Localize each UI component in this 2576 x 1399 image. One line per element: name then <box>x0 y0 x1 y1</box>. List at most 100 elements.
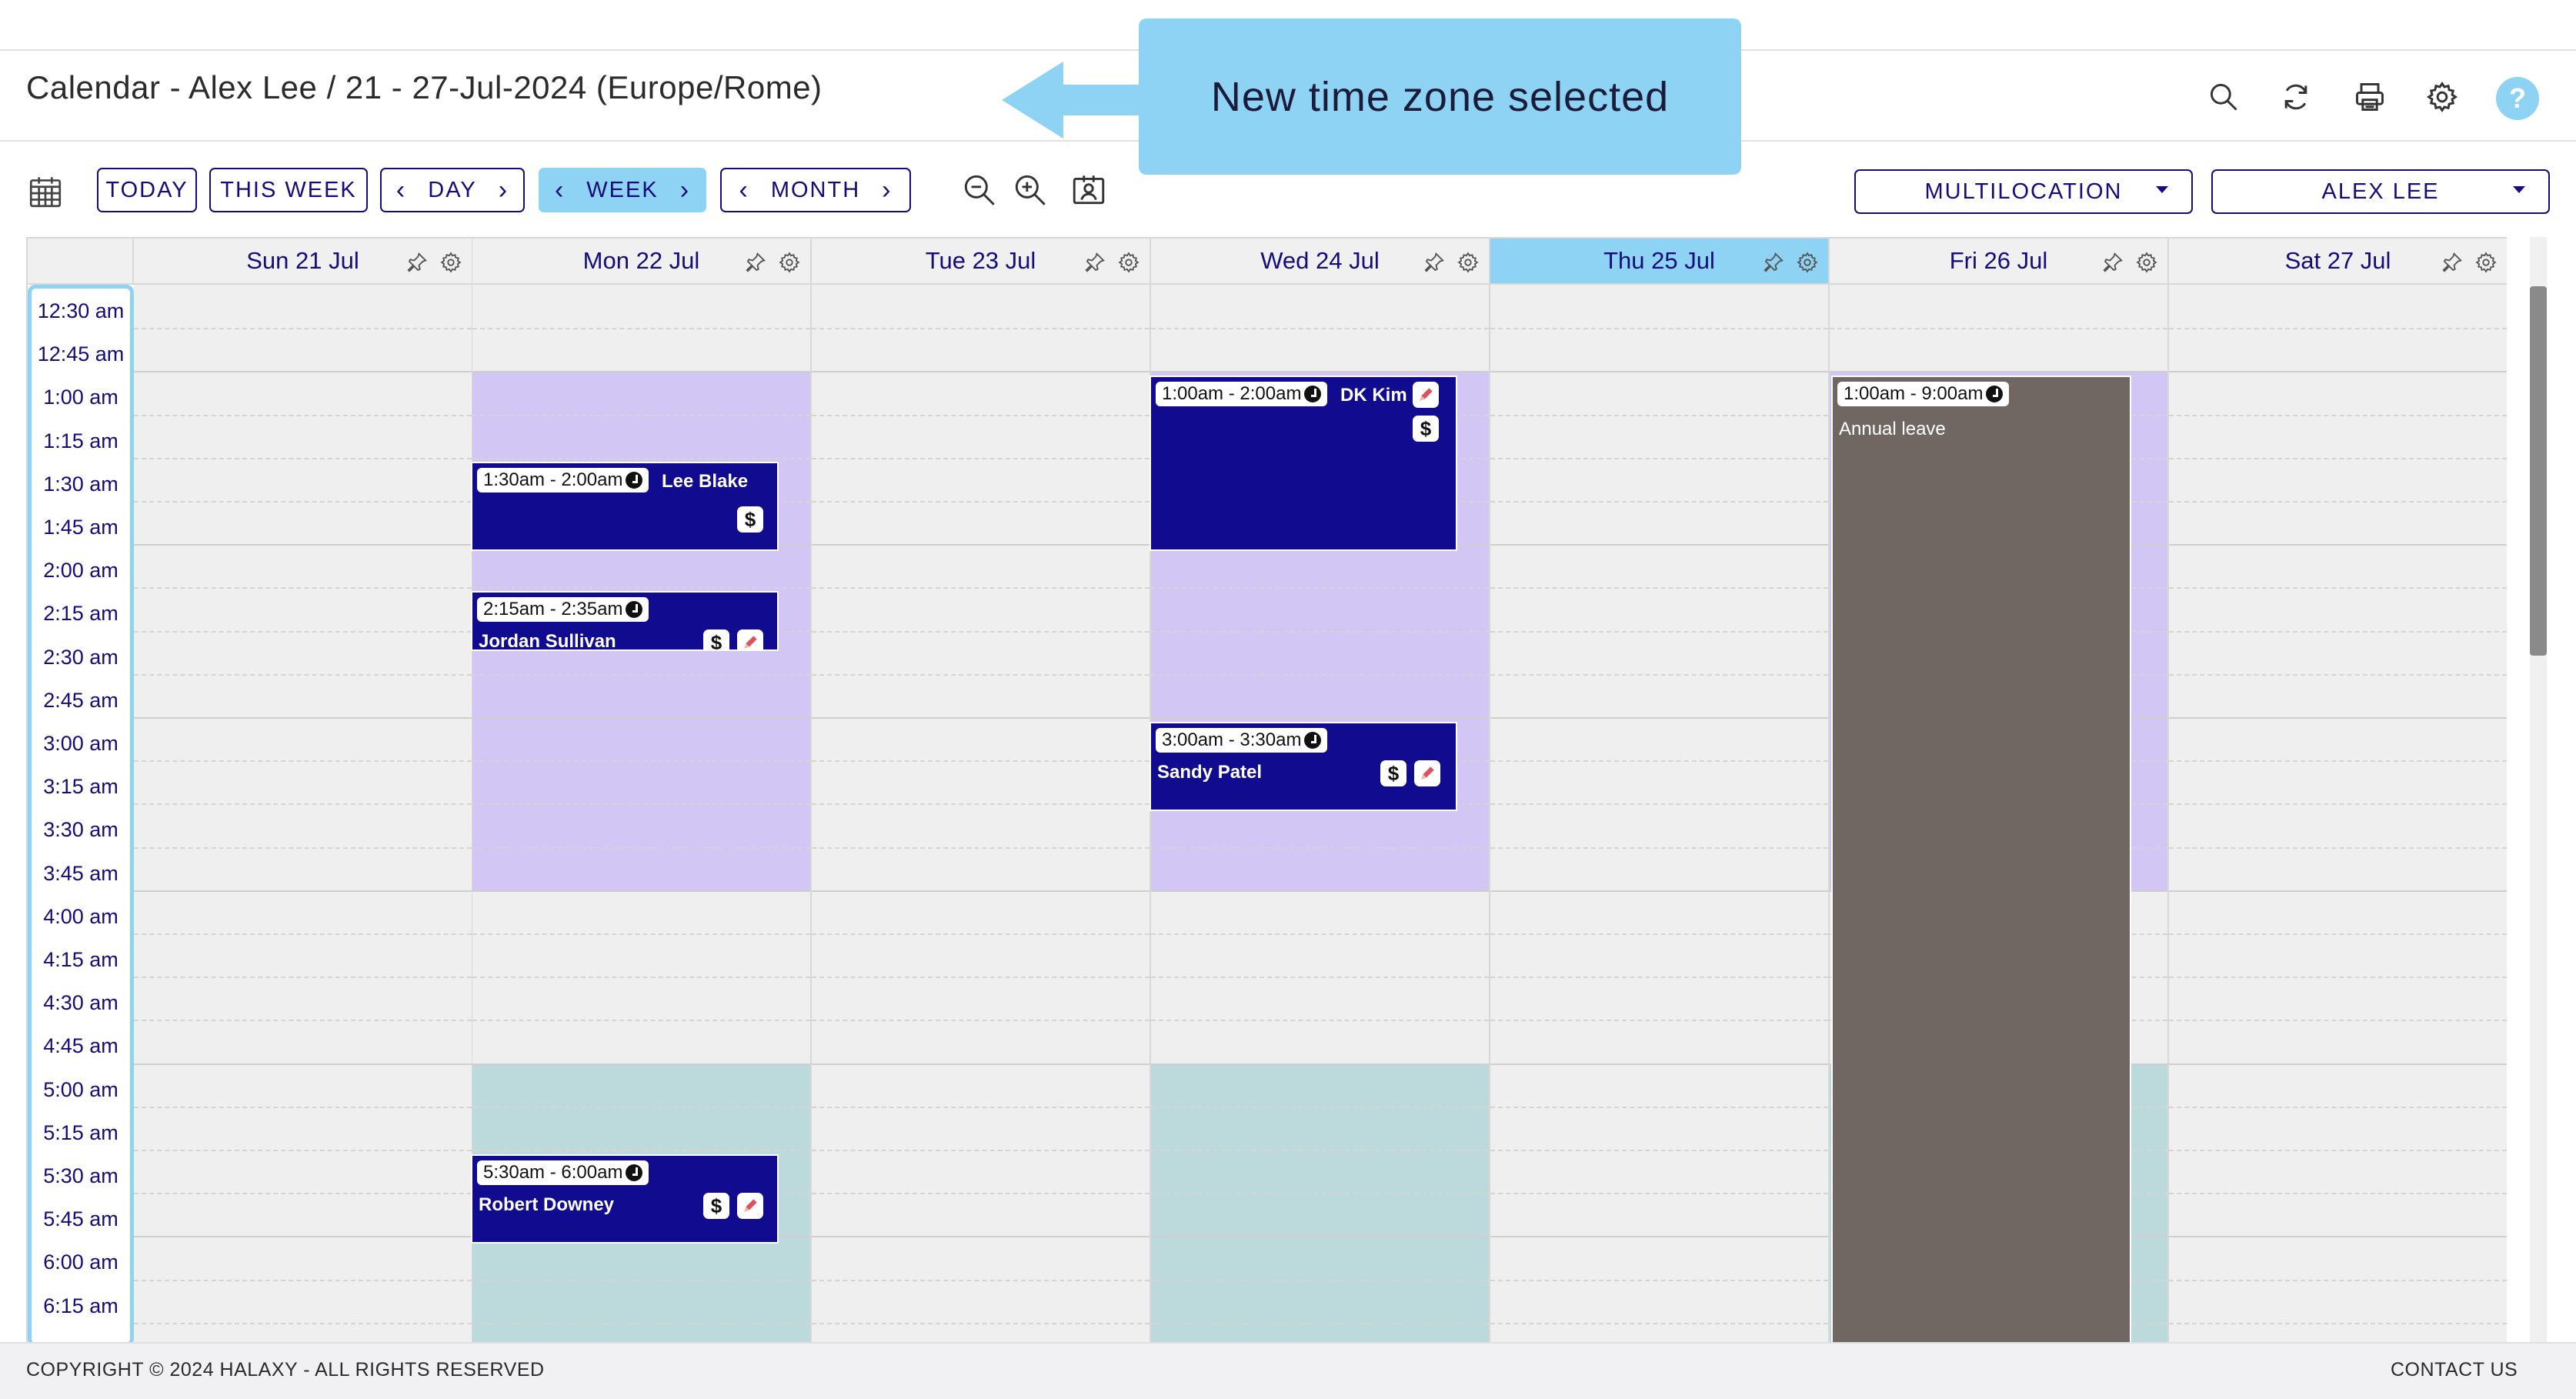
grid-line <box>812 630 1150 633</box>
grid-line <box>134 1106 472 1108</box>
search-icon[interactable] <box>2204 77 2244 117</box>
billing-icon[interactable]: $ <box>737 506 763 533</box>
grid-line <box>1490 1150 1828 1151</box>
time-label: 4:00 am <box>43 904 118 928</box>
day-header[interactable]: Sun 21 Jul <box>134 237 473 285</box>
pin-icon[interactable] <box>405 251 429 280</box>
time-label: 1:15 am <box>43 429 118 452</box>
day-header[interactable]: Sat 27 Jul <box>2169 237 2507 285</box>
time-label: 4:45 am <box>43 1034 118 1058</box>
clock-icon <box>626 601 643 618</box>
grid-line <box>472 1322 810 1324</box>
grid-line <box>2169 1236 2507 1238</box>
day-column[interactable] <box>1490 285 1830 1342</box>
calendar-picker-icon[interactable] <box>25 171 66 212</box>
grid-line <box>1490 717 1828 719</box>
pin-icon[interactable] <box>2101 251 2124 280</box>
appointment[interactable]: 1:00am - 2:00am DK Kim $ <box>1150 376 1457 551</box>
grid-line <box>2169 803 2507 806</box>
this-week-button[interactable]: THIS WEEK <box>209 168 368 212</box>
appointment[interactable]: 1:30am - 2:00am Lee Blake $ <box>471 462 779 551</box>
billing-icon[interactable]: $ <box>1380 760 1406 786</box>
day-label[interactable]: DAY <box>428 178 476 203</box>
gear-icon[interactable] <box>2474 251 2498 280</box>
chevron-right-icon[interactable]: › <box>882 177 892 203</box>
chevron-right-icon[interactable]: › <box>680 177 690 203</box>
chevron-left-icon[interactable]: ‹ <box>739 177 749 203</box>
billing-icon[interactable]: $ <box>1413 416 1439 442</box>
day-column[interactable] <box>2169 285 2507 1342</box>
practitioner-select[interactable]: ALEX LEE <box>2211 169 2550 214</box>
day-header-label[interactable]: Mon 22 Jul <box>583 247 700 275</box>
edit-icon[interactable] <box>1413 382 1439 408</box>
day-header-label[interactable]: Tue 23 Jul <box>926 247 1036 275</box>
pin-icon[interactable] <box>1083 251 1106 280</box>
chevron-left-icon[interactable]: ‹ <box>396 177 406 203</box>
grid-line <box>2169 630 2507 633</box>
contact-us-link[interactable]: CONTACT US <box>2391 1359 2518 1381</box>
day-header[interactable]: Tue 23 Jul <box>812 237 1151 285</box>
chevron-right-icon[interactable]: › <box>499 177 509 203</box>
day-header-label[interactable]: Fri 26 Jul <box>1950 247 2047 275</box>
gear-icon[interactable] <box>1796 251 1819 280</box>
annual-leave-block[interactable]: 1:00am - 9:00am Annual leave <box>1831 376 2131 1345</box>
scrollbar-thumb[interactable] <box>2530 286 2547 656</box>
pin-icon[interactable] <box>2441 251 2464 280</box>
grid-line <box>1490 587 1828 589</box>
appointment[interactable]: 2:15am - 2:35am Jordan Sullivan $ <box>471 591 779 651</box>
availability-block[interactable] <box>1151 1063 1489 1342</box>
edit-icon[interactable] <box>1414 760 1440 786</box>
month-label[interactable]: MONTH <box>771 178 860 203</box>
time-label: 4:30 am <box>43 991 118 1015</box>
pin-icon[interactable] <box>744 251 767 280</box>
grid-line <box>812 501 1150 503</box>
week-nav[interactable]: ‹ WEEK › <box>539 168 706 212</box>
gear-icon[interactable] <box>778 251 801 280</box>
grid-line <box>134 890 472 892</box>
month-nav[interactable]: ‹ MONTH › <box>720 168 911 212</box>
today-button[interactable]: TODAY <box>97 168 197 212</box>
client-card-icon[interactable] <box>1068 169 1109 211</box>
gear-icon[interactable] <box>2422 77 2462 117</box>
billing-icon[interactable]: $ <box>703 629 729 649</box>
day-header[interactable]: Fri 26 Jul <box>1830 237 2169 285</box>
help-icon[interactable]: ? <box>2496 77 2539 120</box>
zoom-out-icon[interactable] <box>959 169 1000 211</box>
day-column[interactable] <box>134 285 473 1342</box>
refresh-icon[interactable] <box>2276 77 2316 117</box>
day-nav[interactable]: ‹ DAY › <box>380 168 525 212</box>
edit-icon[interactable] <box>737 629 763 649</box>
zoom-in-icon[interactable] <box>1009 169 1051 211</box>
edit-icon[interactable] <box>737 1193 763 1219</box>
appointment-time: 1:00am - 2:00am <box>1156 382 1328 406</box>
grid-line <box>812 1193 1150 1195</box>
chevron-left-icon[interactable]: ‹ <box>555 177 565 203</box>
day-header-label[interactable]: Sat 27 Jul <box>2285 247 2391 275</box>
appointment-client-name: DK Kim <box>1340 385 1407 406</box>
practitioner-select-value[interactable]: ALEX LEE <box>2321 179 2439 205</box>
gear-icon[interactable] <box>2135 251 2158 280</box>
clock-icon <box>626 472 643 489</box>
day-header[interactable]: Mon 22 Jul <box>472 237 812 285</box>
print-icon[interactable] <box>2350 77 2390 117</box>
caret-down-icon[interactable] <box>2513 186 2525 193</box>
location-select-value[interactable]: MULTILOCATION <box>1925 179 2123 205</box>
day-column[interactable] <box>812 285 1151 1342</box>
caret-down-icon[interactable] <box>2156 186 2168 193</box>
grid-line <box>812 544 1150 546</box>
gear-icon[interactable] <box>1117 251 1140 280</box>
appointment[interactable]: 3:00am - 3:30am Sandy Patel $ <box>1150 722 1457 811</box>
day-header-label[interactable]: Thu 25 Jul <box>1603 247 1715 275</box>
location-select[interactable]: MULTILOCATION <box>1854 169 2193 214</box>
day-header[interactable]: Thu 25 Jul <box>1490 237 1830 285</box>
day-header-label[interactable]: Wed 24 Jul <box>1260 247 1380 275</box>
pin-icon[interactable] <box>1762 251 1785 280</box>
gear-icon[interactable] <box>439 251 462 280</box>
gear-icon[interactable] <box>1457 251 1480 280</box>
appointment[interactable]: 5:30am - 6:00am Robert Downey $ <box>471 1154 779 1244</box>
billing-icon[interactable]: $ <box>703 1193 729 1219</box>
day-header[interactable]: Wed 24 Jul <box>1151 237 1490 285</box>
day-header-label[interactable]: Sun 21 Jul <box>246 247 359 275</box>
week-label[interactable]: WEEK <box>586 178 658 203</box>
pin-icon[interactable] <box>1423 251 1446 280</box>
